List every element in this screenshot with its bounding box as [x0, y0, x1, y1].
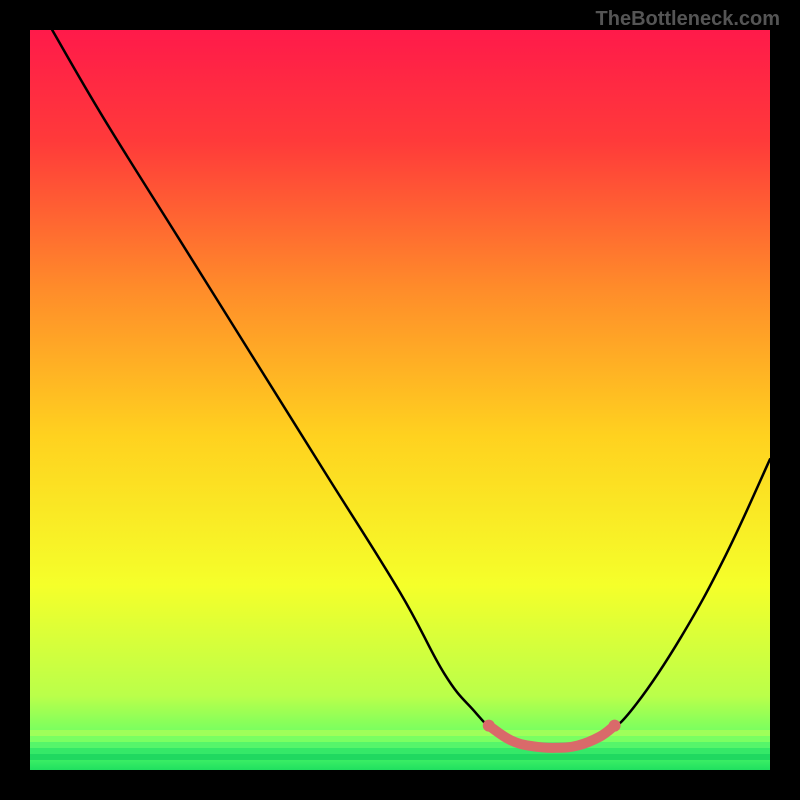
chart-svg — [30, 30, 770, 770]
attribution-label: TheBottleneck.com — [596, 8, 780, 31]
band-line — [30, 742, 770, 748]
gradient-background — [30, 30, 770, 770]
band-line — [30, 748, 770, 754]
band-line — [30, 736, 770, 742]
plot-area — [30, 30, 770, 770]
band-line — [30, 730, 770, 736]
optimal-marker — [483, 720, 495, 732]
chart-container: TheBottleneck.com — [0, 0, 800, 800]
optimal-marker — [609, 720, 621, 732]
band-line — [30, 754, 770, 760]
